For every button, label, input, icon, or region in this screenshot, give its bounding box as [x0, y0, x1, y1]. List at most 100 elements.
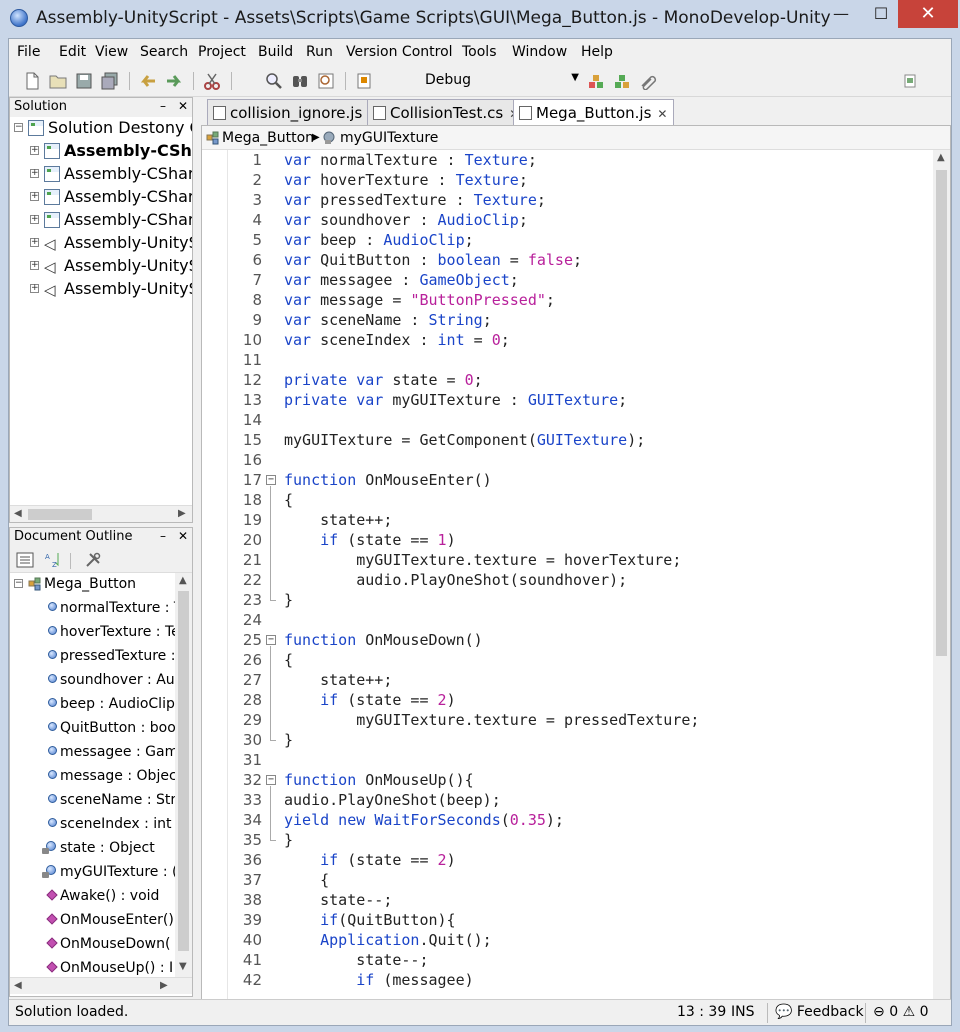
- outline-member[interactable]: message : Objec: [10, 765, 175, 789]
- code-area[interactable]: 1 var normalTexture : Texture; 2 var hoverT…: [202, 150, 933, 1024]
- expand-icon[interactable]: +: [30, 238, 39, 247]
- code-line[interactable]: 21 myGUITexture.texture = hoverTexture;: [202, 550, 933, 570]
- scroll-right-icon[interactable]: ▶: [178, 508, 186, 519]
- build-icon[interactable]: [587, 72, 605, 90]
- project-item[interactable]: + ◁ Assembly-UnitySc: [10, 232, 192, 255]
- project-item[interactable]: + ◁ Assembly-UnitySc: [10, 255, 192, 278]
- find-icon[interactable]: [265, 72, 283, 90]
- find-in-files-icon[interactable]: [291, 72, 309, 90]
- solution-hscrollbar[interactable]: ◀ ▶: [10, 505, 192, 522]
- tab-collisiontest-cs[interactable]: CollisionTest.cs✕: [367, 99, 527, 125]
- code-line[interactable]: 29 myGUITexture.texture = pressedTexture…: [202, 710, 933, 730]
- outline-member[interactable]: sceneName : Stri: [10, 789, 175, 813]
- outline-member[interactable]: OnMouseUp() : I: [10, 957, 175, 977]
- outline-hscrollbar[interactable]: ◀ ▶: [10, 977, 192, 994]
- expand-icon[interactable]: +: [30, 146, 39, 155]
- code-line[interactable]: 25− function OnMouseDown(): [202, 630, 933, 650]
- code-line[interactable]: 31: [202, 750, 933, 770]
- code-line[interactable]: 5 var beep : AudioClip;: [202, 230, 933, 250]
- rebuild-icon[interactable]: [613, 72, 631, 90]
- save-icon[interactable]: [75, 72, 93, 90]
- outline-member[interactable]: Awake() : void: [10, 885, 175, 909]
- outline-member[interactable]: sceneIndex : int: [10, 813, 175, 837]
- outline-member[interactable]: beep : AudioClip: [10, 693, 175, 717]
- code-line[interactable]: 16: [202, 450, 933, 470]
- save-all-icon[interactable]: [101, 72, 119, 90]
- menu-view[interactable]: View: [95, 44, 128, 60]
- error-warning-counts[interactable]: ⊖ 0 ⚠ 0: [873, 1004, 929, 1020]
- code-line[interactable]: 30}: [202, 730, 933, 750]
- close-button[interactable]: ✕: [898, 0, 958, 28]
- bookmark-icon[interactable]: [355, 72, 373, 90]
- menu-run[interactable]: Run: [306, 44, 333, 60]
- tab-collision-ignore-js[interactable]: collision_ignore.js✕: [207, 99, 386, 125]
- pathbar-class[interactable]: Mega_Button: [222, 130, 314, 146]
- code-line[interactable]: 28 if (state == 2): [202, 690, 933, 710]
- code-line[interactable]: 15 myGUITexture = GetComponent(GUITexture…: [202, 430, 933, 450]
- code-line[interactable]: 32− function OnMouseUp(){: [202, 770, 933, 790]
- scroll-thumb[interactable]: [936, 170, 947, 656]
- menu-window[interactable]: Window: [512, 44, 567, 60]
- code-line[interactable]: 42 if (messagee): [202, 970, 933, 990]
- outline-member[interactable]: QuitButton : boo: [10, 717, 175, 741]
- menu-search[interactable]: Search: [140, 44, 188, 60]
- replace-icon[interactable]: [317, 72, 335, 90]
- code-line[interactable]: 24: [202, 610, 933, 630]
- fold-collapse-icon[interactable]: −: [266, 475, 276, 485]
- menu-help[interactable]: Help: [581, 44, 613, 60]
- solution-root[interactable]: − Solution Destony Ga: [10, 117, 192, 140]
- project-item[interactable]: + Assembly-CShar: [10, 140, 192, 163]
- code-line[interactable]: 11: [202, 350, 933, 370]
- code-line[interactable]: 9 var sceneName : String;: [202, 310, 933, 330]
- scroll-thumb[interactable]: [178, 591, 189, 951]
- code-line[interactable]: 36 if (state == 2): [202, 850, 933, 870]
- outline-member[interactable]: messagee : Game: [10, 741, 175, 765]
- scroll-down-icon[interactable]: ▼: [179, 961, 187, 972]
- tab-mega-button-js[interactable]: Mega_Button.js ✕: [513, 99, 675, 126]
- feedback-button[interactable]: 💬 Feedback: [775, 1004, 864, 1020]
- code-line[interactable]: 13 private var myGUITexture : GUITexture;: [202, 390, 933, 410]
- menu-version-control[interactable]: Version Control: [346, 44, 453, 60]
- scroll-right-icon[interactable]: ▶: [160, 980, 168, 991]
- collapse-icon[interactable]: −: [14, 123, 23, 132]
- sort-alphabetically-icon[interactable]: AZ: [44, 551, 62, 569]
- code-line[interactable]: 6 var QuitButton : boolean = false;: [202, 250, 933, 270]
- open-folder-icon[interactable]: [49, 72, 67, 90]
- close-tab-icon[interactable]: ✕: [657, 107, 667, 121]
- code-line[interactable]: 10 var sceneIndex : int = 0;: [202, 330, 933, 350]
- scroll-up-icon[interactable]: ▲: [937, 152, 945, 163]
- attach-debugger-icon[interactable]: [639, 72, 657, 90]
- expand-icon[interactable]: +: [30, 215, 39, 224]
- new-file-icon[interactable]: [23, 72, 41, 90]
- outline-member[interactable]: state : Object: [10, 837, 175, 861]
- scroll-up-icon[interactable]: ▲: [179, 575, 187, 586]
- project-item[interactable]: + Assembly-CSharp: [10, 186, 192, 209]
- code-line[interactable]: 38 state--;: [202, 890, 933, 910]
- undo-icon[interactable]: [139, 72, 157, 90]
- code-line[interactable]: 14: [202, 410, 933, 430]
- cut-icon[interactable]: [203, 72, 221, 90]
- code-line[interactable]: 37 {: [202, 870, 933, 890]
- code-line[interactable]: 2 var hoverTexture : Texture;: [202, 170, 933, 190]
- code-line[interactable]: 33 audio.PlayOneShot(beep);: [202, 790, 933, 810]
- code-line[interactable]: 7 var messagee : GameObject;: [202, 270, 933, 290]
- pathbar-member[interactable]: myGUITexture: [340, 130, 438, 146]
- code-line[interactable]: 17− function OnMouseEnter(): [202, 470, 933, 490]
- editor-vscrollbar[interactable]: ▲ ▼: [933, 150, 950, 1024]
- outline-class-node[interactable]: − Mega_Button: [10, 573, 175, 597]
- redo-icon[interactable]: [165, 72, 183, 90]
- expand-icon[interactable]: +: [30, 192, 39, 201]
- code-line[interactable]: 12 private var state = 0;: [202, 370, 933, 390]
- expand-icon[interactable]: +: [30, 261, 39, 270]
- code-line[interactable]: 4 var soundhover : AudioClip;: [202, 210, 933, 230]
- code-line[interactable]: 23}: [202, 590, 933, 610]
- collapse-icon[interactable]: −: [14, 579, 23, 588]
- close-pad-icon[interactable]: ✕: [178, 529, 188, 543]
- code-line[interactable]: 20 if (state == 1): [202, 530, 933, 550]
- fold-collapse-icon[interactable]: −: [266, 635, 276, 645]
- code-line[interactable]: 1 var normalTexture : Texture;: [202, 150, 933, 170]
- scroll-left-icon[interactable]: ◀: [14, 508, 22, 519]
- outline-vscrollbar[interactable]: ▲ ▼: [175, 573, 192, 977]
- code-line[interactable]: 26 {: [202, 650, 933, 670]
- code-line[interactable]: 34 yield new WaitForSeconds(0.35);: [202, 810, 933, 830]
